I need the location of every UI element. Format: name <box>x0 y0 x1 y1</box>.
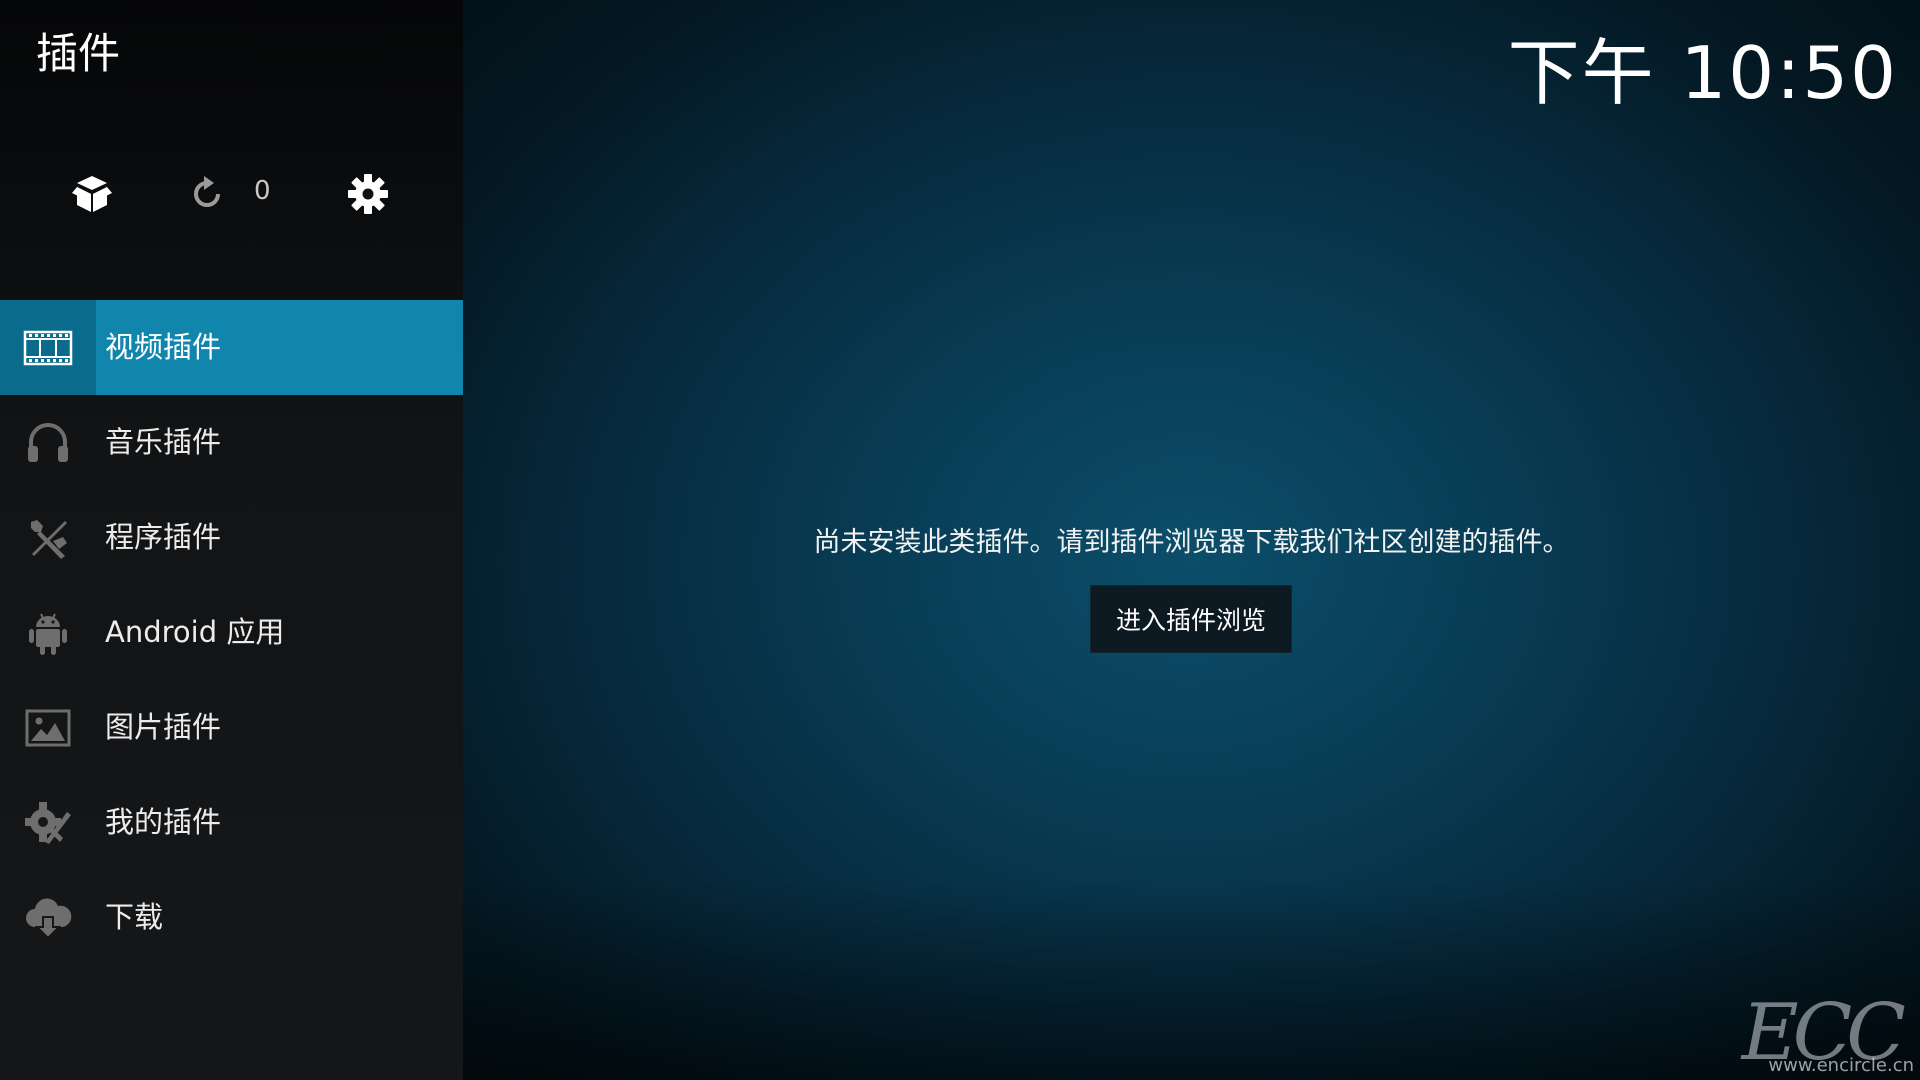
film-strip-icon <box>0 300 96 395</box>
headphones-icon <box>0 395 96 490</box>
toolbar: 0 <box>0 160 463 228</box>
sidebar-item-downloads[interactable]: 下载 <box>0 870 463 965</box>
refresh-icon[interactable] <box>185 172 229 216</box>
sidebar-item-pictures[interactable]: 图片插件 <box>0 680 463 775</box>
cloud-download-icon <box>0 870 96 965</box>
clock: 下午 10:50 <box>1507 31 1898 115</box>
sidebar-item-android[interactable]: Android 应用 <box>0 585 463 680</box>
watermark: ECC www.encircle.cn <box>1742 994 1914 1078</box>
tools-icon <box>0 490 96 585</box>
sidebar-item-label: 音乐插件 <box>105 425 222 459</box>
sidebar-item-label: 我的插件 <box>105 805 222 839</box>
sidebar-item-video[interactable]: 视频插件 <box>0 300 463 395</box>
gear-icon[interactable] <box>346 172 390 216</box>
picture-icon <box>0 680 96 775</box>
sidebar-item-label: 图片插件 <box>105 710 222 744</box>
android-icon <box>0 585 96 680</box>
update-count: 0 <box>254 176 271 206</box>
sidebar-item-my-addons[interactable]: 我的插件 <box>0 775 463 870</box>
addon-box-icon[interactable] <box>70 172 114 216</box>
sidebar-item-label: Android 应用 <box>105 615 285 649</box>
browse-addons-button[interactable]: 进入插件浏览 <box>1090 585 1292 653</box>
sidebar-item-music[interactable]: 音乐插件 <box>0 395 463 490</box>
my-addons-icon <box>0 775 96 870</box>
sidebar-item-label: 视频插件 <box>105 330 222 364</box>
watermark-url: www.encircle.cn <box>1768 1055 1914 1076</box>
empty-message: 尚未安装此类插件。请到插件浏览器下载我们社区创建的插件。 <box>813 527 1570 558</box>
page-title: 插件 <box>36 29 121 78</box>
sidebar-item-label: 程序插件 <box>105 520 222 554</box>
sidebar-item-programs[interactable]: 程序插件 <box>0 490 463 585</box>
sidebar-item-label: 下载 <box>105 900 164 934</box>
category-menu: 视频插件 音乐插件 程序插件 Android 应用 图片插件 我的插件 下载 <box>0 300 463 965</box>
sidebar: 插件 0 视频插件 音乐插件 程序插件 Android 应用 图片插件 我的插件… <box>0 0 463 1080</box>
